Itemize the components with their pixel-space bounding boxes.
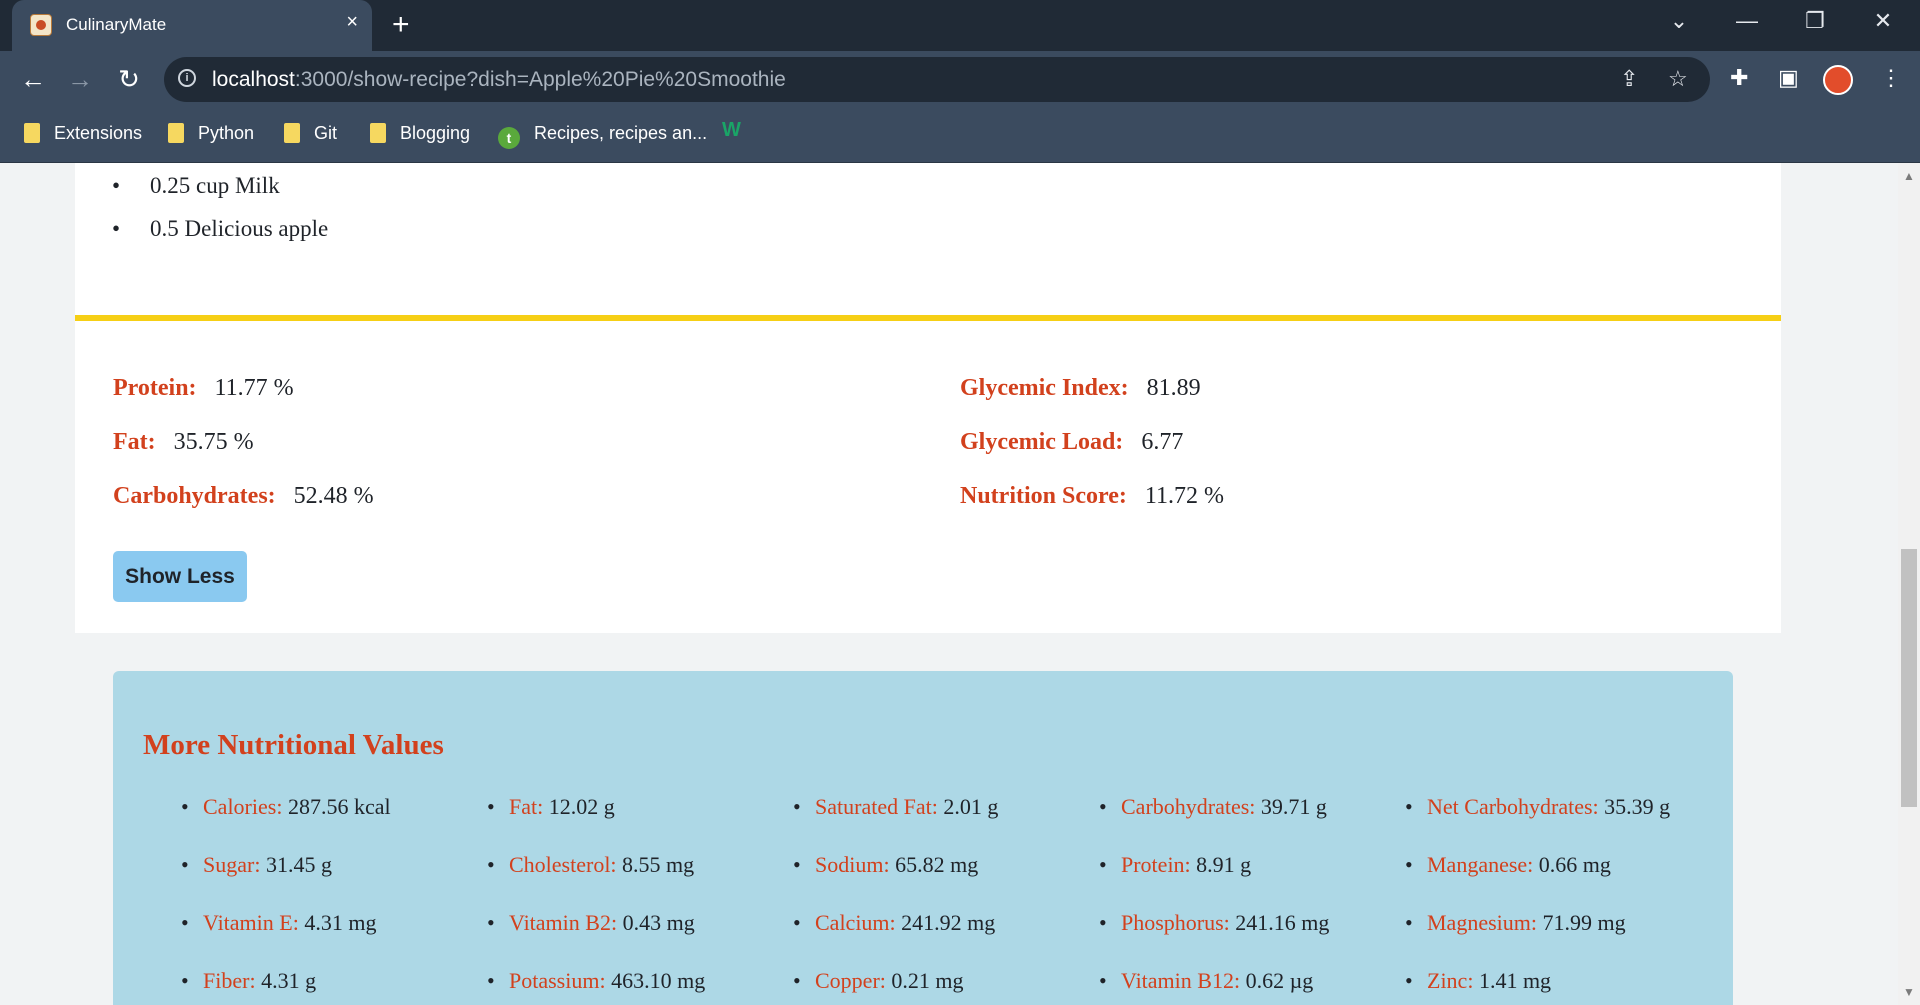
fat-stat: Fat: 35.75 % — [113, 429, 254, 455]
share-icon[interactable]: ⇪ — [1620, 66, 1638, 92]
protein-stat: Protein: 11.77 % — [113, 375, 294, 401]
extensions-icon[interactable]: ✚ — [1730, 65, 1748, 91]
nutrition-item: Magnesium: 71.99 mg — [1405, 910, 1626, 936]
nutrition-score-stat: Nutrition Score: 11.72 % — [960, 483, 1224, 509]
url-text[interactable]: localhost:3000/show-recipe?dish=Apple%20… — [212, 68, 786, 92]
menu-icon[interactable]: ⋮ — [1880, 65, 1902, 91]
nutrition-item: Calcium: 241.92 mg — [793, 910, 995, 936]
nutrition-item: Zinc: 1.41 mg — [1405, 968, 1551, 994]
nutrition-item: Sugar: 31.45 g — [181, 852, 332, 878]
scroll-down-icon[interactable]: ▼ — [1903, 985, 1915, 999]
browser-toolbar: ← → ↻ i localhost:3000/show-recipe?dish=… — [0, 51, 1920, 108]
reload-icon[interactable]: ↻ — [112, 64, 146, 95]
bookmark-extensions[interactable]: Extensions — [24, 123, 142, 144]
vertical-scrollbar[interactable]: ▲ ▼ — [1898, 163, 1920, 1005]
restore-button[interactable]: ❐ — [1790, 8, 1840, 34]
nutrition-item: Potassium: 463.10 mg — [487, 968, 705, 994]
nutrition-item: Net Carbohydrates: 35.39 g — [1405, 794, 1670, 820]
nutrition-item: Fat: 12.02 g — [487, 794, 615, 820]
more-nutrition-panel: More Nutritional Values Calories: 287.56… — [113, 671, 1733, 1005]
tasty-icon: t — [498, 127, 520, 149]
glycemic-load-stat: Glycemic Load: 6.77 — [960, 429, 1184, 455]
bookmark-git[interactable]: Git — [284, 123, 337, 144]
tab-search-icon[interactable]: ⌄ — [1654, 8, 1704, 34]
list-item: 0.25 cup Milk — [112, 173, 328, 216]
nutrition-item: Saturated Fat: 2.01 g — [793, 794, 998, 820]
tab-close-icon[interactable]: × — [346, 11, 358, 34]
folder-icon — [168, 123, 184, 143]
bookmark-blogging[interactable]: Blogging — [370, 123, 470, 144]
info-icon[interactable]: i — [178, 69, 196, 87]
close-window-button[interactable]: ✕ — [1858, 8, 1908, 34]
sidebar-icon[interactable]: ▣ — [1778, 65, 1799, 91]
nutrition-item: Phosphorus: 241.16 mg — [1099, 910, 1329, 936]
nutrition-item: Copper: 0.21 mg — [793, 968, 963, 994]
nutrition-item: Sodium: 65.82 mg — [793, 852, 978, 878]
title-bar: CulinaryMate × + ⌄ — ❐ ✕ — [0, 0, 1920, 51]
nutrition-item: Vitamin E: 4.31 mg — [181, 910, 377, 936]
bookmarks-bar: Extensions Python Git Blogging t Recipes,… — [0, 108, 1920, 163]
nutrition-item: Protein: 8.91 g — [1099, 852, 1251, 878]
show-less-button[interactable]: Show Less — [113, 551, 247, 602]
tab-title: CulinaryMate — [66, 15, 167, 34]
nutrition-item: Manganese: 0.66 mg — [1405, 852, 1611, 878]
browser-tab[interactable]: CulinaryMate × — [12, 0, 372, 51]
divider — [75, 315, 1781, 321]
bookmark-python[interactable]: Python — [168, 123, 254, 144]
page-viewport: 0.25 cup Milk 0.5 Delicious apple Protei… — [0, 163, 1898, 1005]
bookmark-recipes[interactable]: t Recipes, recipes an... — [498, 123, 707, 149]
back-icon[interactable]: ← — [16, 64, 50, 95]
nutrition-item: Carbohydrates: 39.71 g — [1099, 794, 1327, 820]
minimize-button[interactable]: — — [1722, 8, 1772, 34]
scroll-thumb[interactable] — [1901, 549, 1917, 807]
nutrition-item: Cholesterol: 8.55 mg — [487, 852, 694, 878]
glycemic-index-stat: Glycemic Index: 81.89 — [960, 375, 1201, 401]
nutrition-item: Calories: 287.56 kcal — [181, 794, 391, 820]
nutrition-item: Vitamin B12: 0.62 µg — [1099, 968, 1313, 994]
folder-icon — [24, 123, 40, 143]
forward-icon[interactable]: → — [63, 64, 97, 95]
recipe-card — [75, 163, 1781, 633]
section-title: More Nutritional Values — [143, 729, 444, 761]
address-bar[interactable]: i localhost:3000/show-recipe?dish=Apple%… — [164, 57, 1710, 102]
ingredient-list: 0.25 cup Milk 0.5 Delicious apple — [112, 173, 328, 259]
nutrition-item: Fiber: 4.31 g — [181, 968, 316, 994]
folder-icon — [370, 123, 386, 143]
scroll-up-icon[interactable]: ▲ — [1903, 169, 1915, 183]
profile-avatar[interactable] — [1823, 65, 1853, 95]
favicon-icon — [30, 14, 52, 36]
carbohydrates-stat: Carbohydrates: 52.48 % — [113, 483, 374, 509]
w-bookmark-icon[interactable]: W — [722, 119, 741, 142]
star-icon[interactable]: ☆ — [1668, 66, 1688, 92]
list-item: 0.5 Delicious apple — [112, 216, 328, 259]
folder-icon — [284, 123, 300, 143]
new-tab-button[interactable]: + — [392, 8, 410, 42]
nutrition-item: Vitamin B2: 0.43 mg — [487, 910, 695, 936]
